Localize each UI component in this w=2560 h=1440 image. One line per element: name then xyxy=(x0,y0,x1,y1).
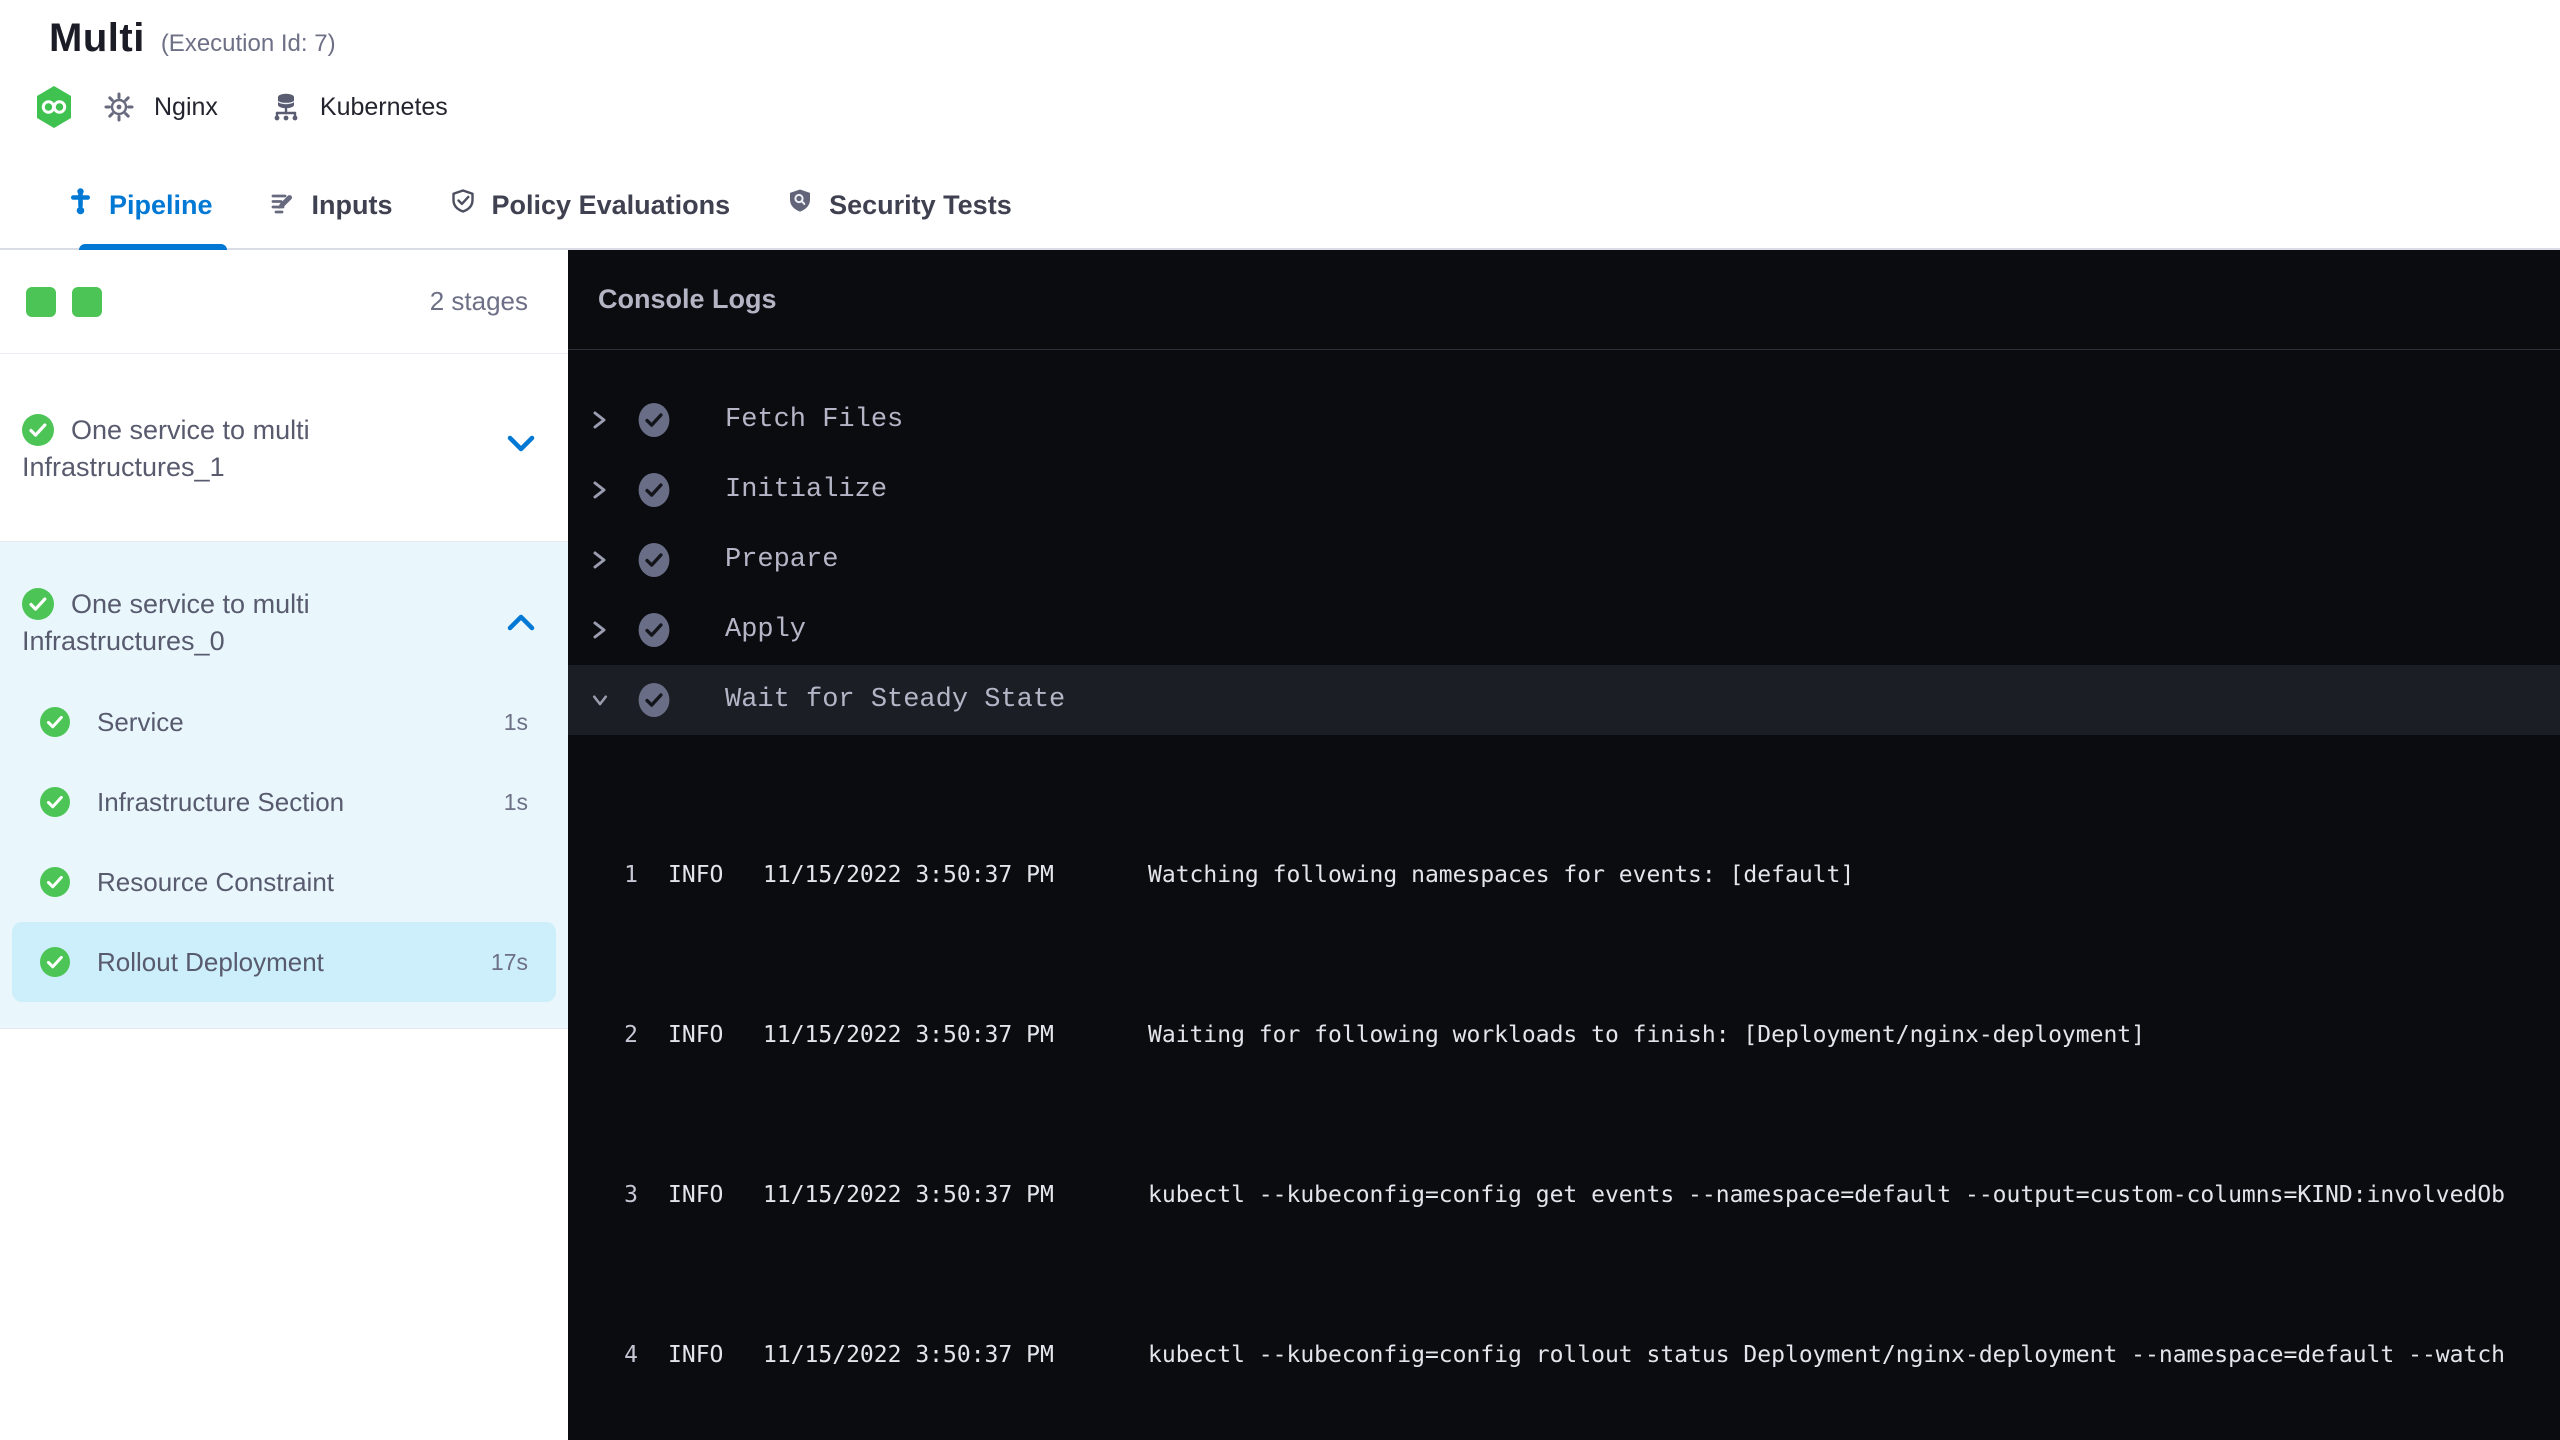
stage-name: One service to multi Infrastructures_0 xyxy=(22,586,478,660)
stage-square-success[interactable] xyxy=(26,286,56,317)
success-check-icon xyxy=(40,707,70,737)
harness-infinity-icon xyxy=(34,85,74,129)
log-level: INFO xyxy=(668,1182,724,1208)
log-level: INFO xyxy=(668,1022,724,1048)
console-logs-title: Console Logs xyxy=(568,250,2560,350)
server-icon xyxy=(270,91,302,123)
tab-bar: Pipeline Inputs Policy Evaluations Secur… xyxy=(67,160,1012,250)
log-level: INFO xyxy=(668,1342,724,1368)
service-label: Nginx xyxy=(154,92,218,121)
console-step-row[interactable]: Prepare xyxy=(568,525,2560,595)
console-step-name: Apply xyxy=(725,615,807,645)
page-title: Multi xyxy=(49,16,145,60)
step-duration: 17s xyxy=(490,948,528,975)
infrastructure-label: Kubernetes xyxy=(319,92,448,121)
stage-step-row[interactable]: Rollout Deployment 17s xyxy=(12,922,556,1002)
stage-step-row[interactable]: Resource Constraint xyxy=(12,842,556,922)
log-message: Watching following namespaces for events… xyxy=(1148,862,1855,888)
pipeline-meta-row: Nginx Kubernetes xyxy=(0,61,2560,129)
shield-check-icon xyxy=(449,187,477,223)
gear-icon xyxy=(102,90,136,124)
log-line: 3 INFO 11/15/2022 3:50:37 PM kubectl --k… xyxy=(568,1175,2560,1215)
step-name: Resource Constraint xyxy=(97,866,334,897)
chevron-right-icon[interactable] xyxy=(590,406,610,434)
shield-search-icon xyxy=(786,187,814,223)
chevron-right-icon[interactable] xyxy=(590,546,610,574)
tab-label: Pipeline xyxy=(109,189,213,220)
stage-square-success[interactable] xyxy=(72,286,102,317)
stage-name-text: One service to multi Infrastructures_1 xyxy=(22,415,310,482)
step-success-check-icon xyxy=(637,543,671,577)
log-line-number: 2 xyxy=(624,1022,638,1048)
log-message: Waiting for following workloads to finis… xyxy=(1148,1022,2145,1048)
tab-policy-evaluations[interactable]: Policy Evaluations xyxy=(449,160,731,250)
success-check-icon xyxy=(40,867,70,897)
log-timestamp: 11/15/2022 3:50:37 PM xyxy=(763,1342,1054,1368)
tab-label: Policy Evaluations xyxy=(491,189,731,220)
title-row: Multi (Execution Id: 7) xyxy=(0,0,2560,61)
console-step-row[interactable]: Initialize xyxy=(568,455,2560,525)
step-name: Rollout Deployment xyxy=(97,946,324,977)
chevron-right-icon[interactable] xyxy=(590,476,610,504)
console-step-name: Prepare xyxy=(725,545,839,575)
chevron-up-icon[interactable] xyxy=(504,610,538,639)
log-line: 2 INFO 11/15/2022 3:50:37 PM Waiting for… xyxy=(568,1015,2560,1055)
pipeline-icon xyxy=(67,187,94,223)
stage-row-infrastructures-0[interactable]: One service to multi Infrastructures_0 S… xyxy=(0,542,568,1029)
log-level: INFO xyxy=(668,862,724,888)
stage-row-infrastructures-1[interactable]: One service to multi Infrastructures_1 xyxy=(0,354,568,542)
edit-lines-icon xyxy=(269,188,297,223)
tab-pipeline[interactable]: Pipeline xyxy=(67,160,227,250)
success-check-icon xyxy=(40,787,70,817)
tab-inputs[interactable]: Inputs xyxy=(269,160,393,250)
step-duration: 1s xyxy=(503,708,528,735)
step-success-check-icon xyxy=(637,613,671,647)
step-success-check-icon xyxy=(637,473,671,507)
tab-label: Security Tests xyxy=(829,189,1012,220)
log-message: kubectl --kubeconfig=config get events -… xyxy=(1148,1182,2506,1208)
execution-id: (Execution Id: 7) xyxy=(160,30,336,57)
console-step-name: Wait for Steady State xyxy=(725,685,1066,715)
console-step-name: Fetch Files xyxy=(725,405,904,435)
chevron-down-icon[interactable] xyxy=(590,688,610,712)
step-success-check-icon xyxy=(637,403,671,437)
step-duration: 1s xyxy=(503,788,528,815)
stage-summary-row: 2 stages xyxy=(0,250,568,354)
step-name: Infrastructure Section xyxy=(97,786,345,817)
log-timestamp: 11/15/2022 3:50:37 PM xyxy=(763,1182,1054,1208)
stage-step-row[interactable]: Service 1s xyxy=(12,682,556,762)
console-step-list: Fetch Files Initialize Prepare Apply Wai… xyxy=(568,350,2560,1440)
stage-name: One service to multi Infrastructures_1 xyxy=(22,412,478,486)
stage-step-row[interactable]: Infrastructure Section 1s xyxy=(12,762,556,842)
log-message: kubectl --kubeconfig=config rollout stat… xyxy=(1148,1342,2506,1368)
console-step-row-expanded[interactable]: Wait for Steady State xyxy=(568,665,2560,735)
stage-step-list: Service 1s Infrastructure Section 1s Res… xyxy=(0,682,568,1002)
success-check-icon xyxy=(40,947,70,977)
console-step-name: Initialize xyxy=(725,475,888,505)
tab-label: Inputs xyxy=(311,189,393,220)
log-line: 1 INFO 11/15/2022 3:50:37 PM Watching fo… xyxy=(568,855,2560,895)
console-step-row[interactable]: Apply xyxy=(568,595,2560,665)
chevron-down-icon[interactable] xyxy=(504,432,538,461)
step-name: Service xyxy=(97,706,184,737)
stage-sidebar: 2 stages One service to multi Infrastruc… xyxy=(0,250,568,1440)
stage-count-label: 2 stages xyxy=(429,286,528,316)
stage-name-text: One service to multi Infrastructures_0 xyxy=(22,589,310,656)
console-panel: Console Logs Fetch Files Initialize Prep… xyxy=(568,250,2560,1440)
console-log-output: 1 INFO 11/15/2022 3:50:37 PM Watching fo… xyxy=(568,735,2560,1440)
page-header: Multi (Execution Id: 7) Nginx Kubernetes… xyxy=(0,0,2560,250)
log-line: 4 INFO 11/15/2022 3:50:37 PM kubectl --k… xyxy=(568,1335,2560,1375)
log-line-number: 4 xyxy=(624,1342,638,1368)
log-line-number: 1 xyxy=(624,862,638,888)
step-success-check-icon xyxy=(637,683,671,717)
stage-minimap[interactable] xyxy=(26,286,102,317)
tab-security-tests[interactable]: Security Tests xyxy=(786,160,1012,250)
log-timestamp: 11/15/2022 3:50:37 PM xyxy=(763,862,1054,888)
chevron-right-icon[interactable] xyxy=(590,616,610,644)
log-line-number: 3 xyxy=(624,1182,638,1208)
log-timestamp: 11/15/2022 3:50:37 PM xyxy=(763,1022,1054,1048)
console-step-row[interactable]: Fetch Files xyxy=(568,385,2560,455)
